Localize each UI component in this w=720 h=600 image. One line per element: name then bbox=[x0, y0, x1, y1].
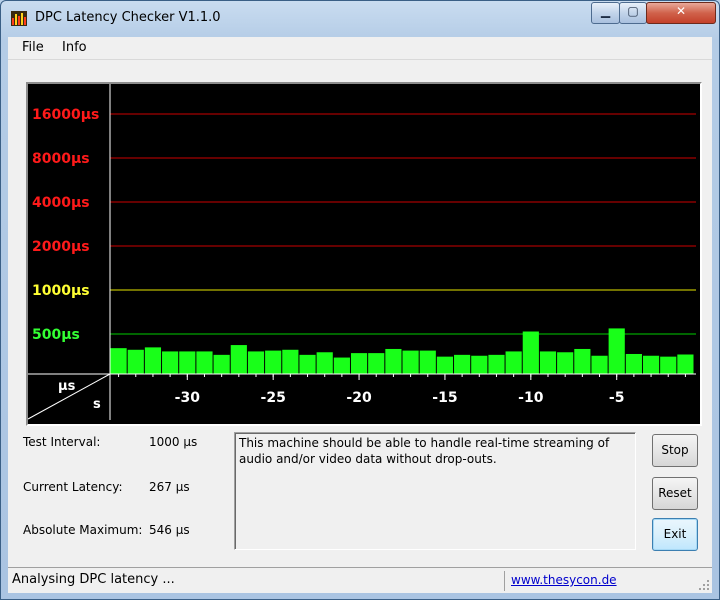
latency-bar bbox=[419, 350, 436, 374]
menu-info[interactable]: Info bbox=[62, 40, 87, 55]
latency-bar bbox=[591, 355, 608, 374]
latency-bar bbox=[247, 351, 265, 374]
window-title: DPC Latency Checker V1.1.0 bbox=[35, 10, 221, 25]
latency-bar bbox=[350, 353, 368, 374]
latency-bar bbox=[625, 353, 642, 374]
latency-bar bbox=[144, 347, 162, 374]
latency-bar bbox=[179, 351, 196, 374]
result-message-box: This machine should be able to handle re… bbox=[234, 432, 636, 550]
y-unit-label: µs bbox=[58, 379, 76, 394]
exit-button[interactable]: Exit bbox=[652, 518, 698, 551]
latency-bar bbox=[436, 356, 454, 374]
website-link[interactable]: www.thesycon.de bbox=[511, 573, 617, 587]
client-area: File Info 16000µs 8000µs 4000µs 2000µs 1000µ… bbox=[8, 37, 712, 593]
maximize-button[interactable]: ▢ bbox=[619, 2, 647, 24]
latency-bar bbox=[316, 352, 333, 374]
test-interval-value: 1000 µs bbox=[149, 435, 198, 449]
x-tick-label: -5 bbox=[609, 390, 625, 406]
app-icon bbox=[11, 11, 27, 26]
latency-bar bbox=[385, 348, 402, 374]
x-tick-label: -25 bbox=[261, 390, 286, 406]
x-tick-label: -30 bbox=[175, 390, 201, 406]
menu-file[interactable]: File bbox=[22, 40, 44, 55]
latency-bar bbox=[110, 348, 127, 374]
app-window: DPC Latency Checker V1.1.0 ▁ ▢ ✕ File In… bbox=[0, 0, 720, 600]
latency-chart: 16000µs 8000µs 4000µs 2000µs 1000µs 500µs -30 -… bbox=[26, 82, 702, 426]
status-text: Analysing DPC latency ... bbox=[12, 572, 175, 587]
latency-bar bbox=[282, 349, 299, 374]
status-separator bbox=[504, 571, 505, 591]
x-tick-label: -15 bbox=[432, 390, 457, 406]
latency-bar bbox=[642, 355, 660, 374]
x-unit-label: s bbox=[93, 397, 101, 412]
latency-bar bbox=[299, 354, 316, 374]
latency-bar bbox=[557, 352, 574, 374]
latency-bar bbox=[608, 328, 625, 374]
latency-bar bbox=[162, 351, 179, 374]
latency-bar bbox=[230, 345, 247, 374]
latency-bar bbox=[265, 350, 282, 374]
test-interval-label: Test Interval: bbox=[23, 435, 101, 449]
y-tick-label: 8000µs bbox=[32, 151, 90, 167]
latency-bar bbox=[677, 354, 694, 374]
y-tick-label: 1000µs bbox=[32, 283, 90, 299]
latency-bar bbox=[660, 356, 677, 374]
latency-bar bbox=[574, 348, 591, 374]
minimize-button[interactable]: ▁ bbox=[591, 2, 620, 24]
maximize-icon: ▢ bbox=[627, 4, 639, 18]
absolute-maximum-label: Absolute Maximum: bbox=[23, 523, 143, 537]
close-icon: ✕ bbox=[675, 4, 687, 18]
y-tick-label: 16000µs bbox=[32, 107, 99, 123]
x-tick-label: -20 bbox=[346, 390, 372, 406]
latency-bar bbox=[127, 349, 144, 374]
latency-bar bbox=[368, 353, 385, 374]
reset-button[interactable]: Reset bbox=[652, 477, 698, 510]
latency-bar bbox=[471, 355, 488, 374]
close-button[interactable]: ✕ bbox=[646, 2, 716, 24]
stop-button[interactable]: Stop bbox=[652, 434, 698, 467]
latency-chart-svg: 16000µs 8000µs 4000µs 2000µs 1000µs 500µs -30 -… bbox=[28, 84, 696, 420]
current-latency-label: Current Latency: bbox=[23, 480, 123, 494]
latency-bar bbox=[196, 351, 213, 374]
y-tick-label: 4000µs bbox=[32, 195, 90, 211]
minimize-icon: ▁ bbox=[600, 4, 611, 18]
latency-bar bbox=[505, 351, 522, 374]
latency-bar bbox=[213, 354, 230, 374]
menu-bar: File Info bbox=[8, 37, 712, 60]
absolute-maximum-value: 546 µs bbox=[149, 523, 190, 537]
latency-bar bbox=[522, 331, 539, 374]
y-tick-label: 2000µs bbox=[32, 239, 90, 255]
status-bar: Analysing DPC latency ... www.thesycon.d… bbox=[8, 567, 712, 593]
latency-bar bbox=[402, 350, 419, 374]
y-tick-label: 500µs bbox=[32, 327, 80, 343]
x-tick-label: -10 bbox=[518, 390, 544, 406]
latency-bar bbox=[539, 351, 557, 374]
title-bar[interactable]: DPC Latency Checker V1.1.0 ▁ ▢ ✕ bbox=[1, 1, 719, 35]
resize-grip-icon[interactable] bbox=[698, 579, 710, 591]
latency-bar bbox=[333, 357, 350, 374]
result-message: This machine should be able to handle re… bbox=[239, 436, 610, 466]
latency-bar bbox=[488, 354, 505, 374]
current-latency-value: 267 µs bbox=[149, 480, 190, 494]
latency-bar bbox=[454, 354, 471, 374]
